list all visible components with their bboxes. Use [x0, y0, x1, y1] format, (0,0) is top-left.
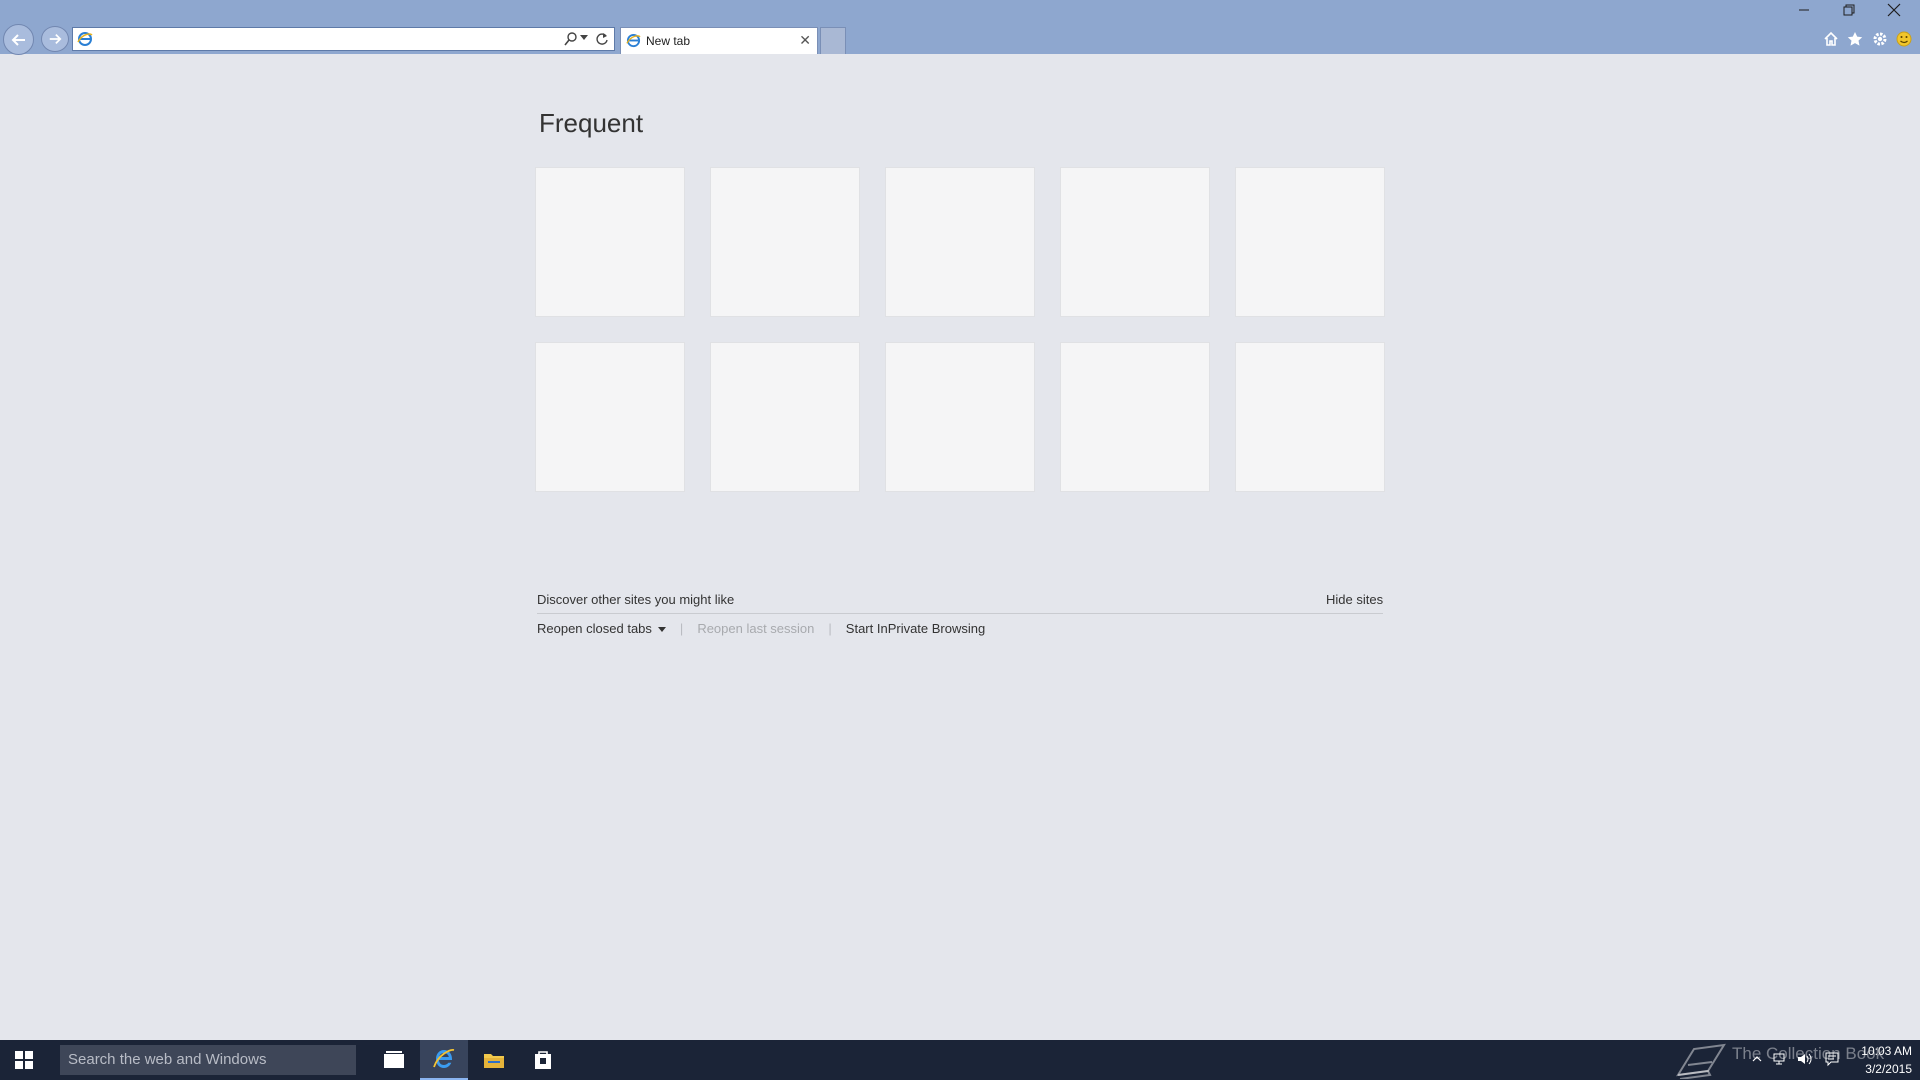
forward-arrow-icon [49, 34, 62, 44]
frequent-site-tile[interactable] [711, 343, 859, 491]
minimize-button[interactable] [1782, 0, 1826, 20]
search-icon[interactable] [564, 31, 578, 47]
task-view-button[interactable] [370, 1040, 418, 1080]
frequent-site-tile[interactable] [711, 168, 859, 316]
frequent-site-tile[interactable] [536, 168, 684, 316]
divider [537, 613, 1383, 614]
clock-time[interactable]: 10:03 AM [1856, 1044, 1912, 1058]
separator: | [679, 621, 684, 636]
reopen-last-session-link: Reopen last session [697, 621, 815, 636]
restore-button[interactable] [1827, 0, 1871, 20]
close-icon [1887, 3, 1901, 17]
task-view-icon [384, 1051, 404, 1068]
forward-button[interactable] [41, 26, 69, 52]
separator: | [828, 621, 832, 636]
start-button[interactable] [0, 1040, 48, 1080]
store-bag-icon [535, 1051, 551, 1069]
action-center-icon[interactable] [1824, 1051, 1840, 1067]
taskbar: Search the web and Windows [0, 1040, 1920, 1080]
frequent-site-tile[interactable] [886, 343, 1034, 491]
frequent-site-tile[interactable] [1061, 343, 1209, 491]
taskbar-internet-explorer[interactable] [420, 1040, 468, 1080]
internet-explorer-icon [433, 1049, 455, 1068]
back-button[interactable] [3, 24, 34, 55]
start-inprivate-link[interactable]: Start InPrivate Browsing [846, 621, 985, 636]
close-tab-icon[interactable]: ✕ [799, 32, 811, 48]
taskbar-file-explorer[interactable] [470, 1040, 518, 1080]
frequent-site-tile[interactable] [1061, 168, 1209, 316]
close-window-button[interactable] [1872, 0, 1916, 20]
frequent-site-tile[interactable] [1236, 168, 1384, 316]
frequent-site-tile[interactable] [536, 343, 684, 491]
show-hidden-icons-chevron[interactable] [1749, 1051, 1765, 1067]
hide-sites-link[interactable]: Hide sites [1326, 592, 1383, 607]
frequent-heading: Frequent [539, 108, 644, 138]
clock-date[interactable]: 3/2/2015 [1856, 1062, 1912, 1076]
tab-new-tab[interactable]: New tab ✕ [620, 27, 818, 54]
minimize-icon [1799, 9, 1809, 11]
gear-icon[interactable] [1870, 29, 1890, 49]
network-icon[interactable] [1772, 1051, 1788, 1067]
feedback-smiley-icon[interactable] [1894, 29, 1914, 49]
ie-page-icon [77, 32, 93, 46]
browser-titlebar: New tab ✕ [0, 0, 1920, 55]
new-tab-button[interactable] [820, 27, 846, 54]
taskbar-store[interactable] [519, 1040, 567, 1080]
refresh-icon[interactable] [595, 31, 609, 47]
favorites-star-icon[interactable] [1845, 29, 1865, 49]
frequent-site-tile[interactable] [1236, 343, 1384, 491]
address-bar[interactable] [72, 27, 615, 51]
chevron-down-icon [657, 627, 666, 633]
windows-logo-icon [15, 1051, 33, 1069]
restore-icon [1843, 4, 1855, 16]
frequent-site-tile[interactable] [886, 168, 1034, 316]
volume-icon[interactable] [1796, 1051, 1812, 1067]
session-links: Reopen closed tabs | Reopen last session… [537, 621, 985, 636]
ie-tab-icon [626, 33, 641, 48]
dropdown-arrow-icon[interactable] [580, 35, 588, 41]
reopen-closed-tabs-button[interactable]: Reopen closed tabs [537, 621, 666, 636]
reopen-closed-tabs-label: Reopen closed tabs [537, 621, 652, 636]
folder-icon [484, 1054, 504, 1068]
address-input[interactable] [95, 30, 555, 48]
home-icon[interactable] [1821, 29, 1841, 49]
tab-label: New tab [646, 34, 691, 48]
discover-sites-link[interactable]: Discover other sites you might like [537, 592, 734, 607]
back-arrow-icon [11, 33, 25, 46]
taskbar-search-box[interactable]: Search the web and Windows [60, 1045, 356, 1075]
